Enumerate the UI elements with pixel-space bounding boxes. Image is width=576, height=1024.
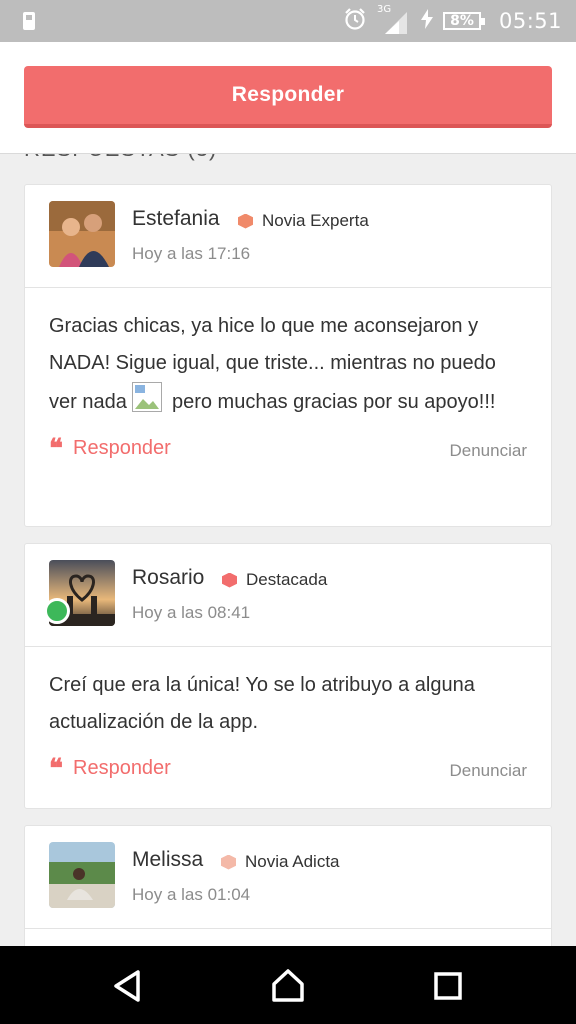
home-icon[interactable] <box>268 966 308 1006</box>
system-navigation-bar <box>0 946 576 1024</box>
reply-text: Gracias chicas, ya hice lo que me aconse… <box>25 288 551 421</box>
rank-label: Destacada <box>246 570 328 589</box>
reply-actions: ❝ Responder Denunciar <box>25 421 551 491</box>
user-rank-badge: Novia Adicta <box>221 852 340 872</box>
rank-hexagon-icon <box>222 572 237 588</box>
quote-icon: ❝ <box>49 433 63 464</box>
battery-percent: 8% <box>450 13 474 29</box>
storage-notification-icon <box>20 11 38 31</box>
back-triangle-icon[interactable] <box>108 966 148 1006</box>
avatar[interactable] <box>49 201 115 267</box>
reply-link-label: Responder <box>73 437 171 459</box>
reply-header: Rosario Destacada Hoy a las 08:41 <box>25 544 551 647</box>
reply-card: Estefania Novia Experta Hoy a las 17:16 … <box>24 184 552 527</box>
user-rank-badge: Novia Experta <box>238 211 369 231</box>
battery-indicator: 8% <box>442 12 485 30</box>
recents-square-icon[interactable] <box>428 966 468 1006</box>
author-name[interactable]: Melissa <box>132 848 203 872</box>
reply-text: Creí que era la única! Yo se lo atribuyo… <box>49 674 475 733</box>
post-timestamp: Hoy a las 17:16 <box>132 244 251 263</box>
avatar[interactable] <box>49 842 115 908</box>
author-name[interactable]: Estefania <box>132 207 220 231</box>
clock: 05:51 <box>498 9 562 33</box>
broken-image-icon <box>132 382 163 412</box>
rank-label: Novia Adicta <box>245 852 340 871</box>
quote-icon: ❝ <box>49 753 63 784</box>
post-timestamp: Hoy a las 08:41 <box>132 603 251 622</box>
reply-link-label: Responder <box>73 757 171 779</box>
author-name[interactable]: Rosario <box>132 566 204 590</box>
reply-card: Melissa Novia Adicta Hoy a las 01:04 <box>24 825 552 965</box>
reply-card: Rosario Destacada Hoy a las 08:41 Creí q… <box>24 543 552 809</box>
alarm-icon <box>343 7 367 36</box>
signal-icon: 3G <box>376 4 411 36</box>
reply-header: Estefania Novia Experta Hoy a las 17:16 <box>25 185 551 288</box>
post-timestamp: Hoy a las 01:04 <box>132 885 251 904</box>
status-bar: 3G 8% 05:51 <box>0 0 576 42</box>
reply-button[interactable]: Responder <box>24 66 552 128</box>
reply-link[interactable]: ❝ Responder <box>49 433 171 464</box>
reply-header: Melissa Novia Adicta Hoy a las 01:04 <box>25 826 551 929</box>
rank-label: Novia Experta <box>262 211 369 230</box>
user-rank-badge: Destacada <box>222 570 327 590</box>
reply-link[interactable]: ❝ Responder <box>49 753 171 784</box>
online-status-indicator <box>44 598 70 624</box>
report-link[interactable]: Denunciar <box>450 441 528 461</box>
charging-icon <box>420 8 433 34</box>
report-link[interactable]: Denunciar <box>450 761 528 781</box>
network-type-label: 3G <box>376 4 392 15</box>
reply-text-part: pero muchas gracias por su apoyo!!! <box>166 391 496 413</box>
rank-hexagon-icon <box>221 854 236 870</box>
reply-actions: ❝ Responder Denunciar <box>25 741 551 811</box>
top-action-bar: Responder <box>0 42 576 154</box>
rank-hexagon-icon <box>238 213 253 229</box>
